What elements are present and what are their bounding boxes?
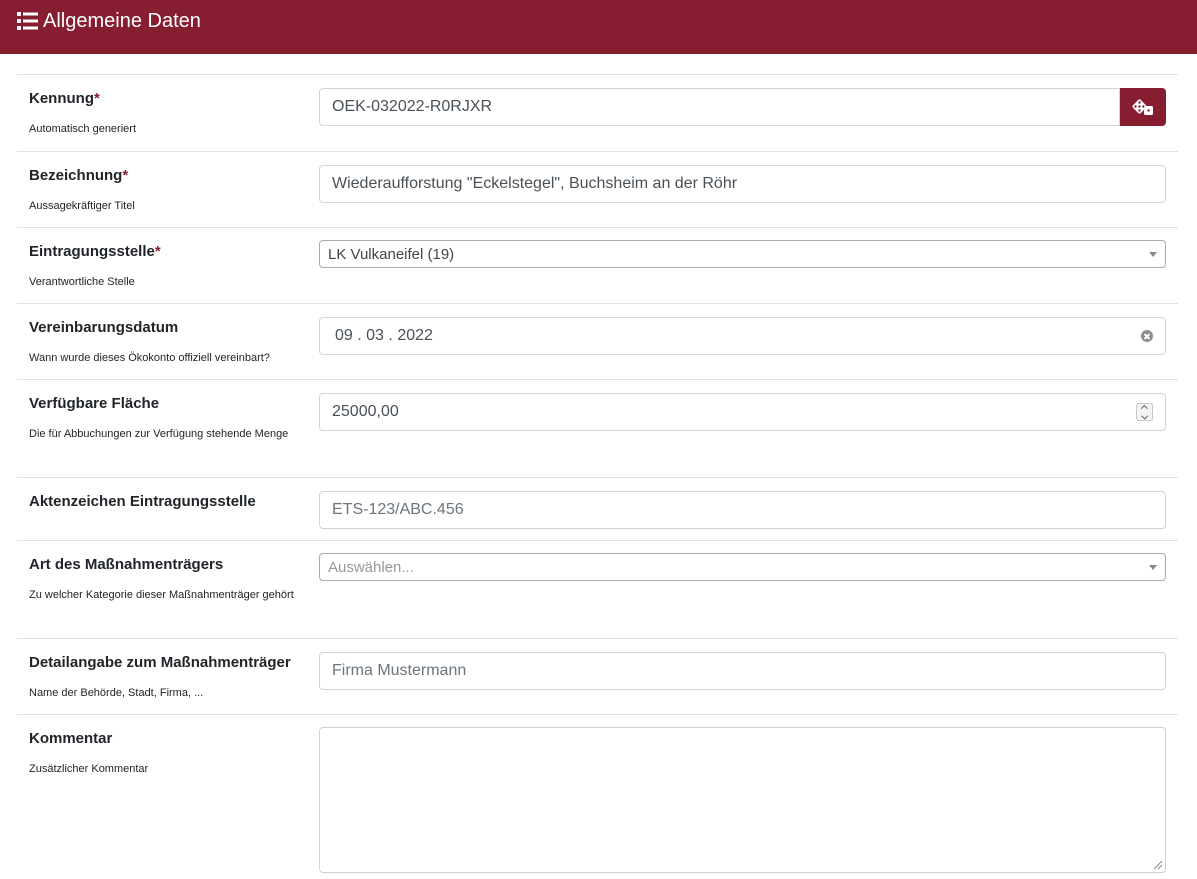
- dice-icon: [1132, 99, 1153, 115]
- clear-icon[interactable]: [1141, 330, 1153, 342]
- list-icon: [17, 12, 38, 30]
- date-separator: .: [388, 327, 393, 344]
- field-help: Die für Abbuchungen zur Verfügung stehen…: [29, 428, 289, 440]
- field-row-kommentar: Kommentar Zusätzlicher Kommentar: [17, 714, 1178, 879]
- date-separator: .: [357, 327, 362, 344]
- kennung-input[interactable]: OEK-032022-R0RJXR: [319, 88, 1120, 126]
- vereinbarungsdatum-input[interactable]: 09 . 03 . 2022: [319, 317, 1166, 355]
- spinner-icon[interactable]: [1136, 403, 1153, 421]
- generate-id-button[interactable]: [1120, 88, 1166, 126]
- art-select[interactable]: Auswählen...: [319, 553, 1166, 581]
- field-label: Kennung*: [29, 90, 100, 107]
- field-help: Zusätzlicher Kommentar: [29, 763, 149, 775]
- page-title: Allgemeine Daten: [43, 10, 201, 32]
- eintragungsstelle-select[interactable]: LK Vulkaneifel (19): [319, 240, 1166, 268]
- required-marker: *: [154, 243, 161, 260]
- detail-input[interactable]: Firma Mustermann: [319, 652, 1166, 690]
- field-row-art: Art des Maßnahmenträgers Zu welcher Kate…: [17, 540, 1178, 638]
- field-help: Automatisch generiert: [29, 123, 136, 135]
- resize-grip-icon[interactable]: [1153, 860, 1163, 870]
- aktenzeichen-input[interactable]: ETS-123/ABC.456: [319, 491, 1166, 529]
- kennung-input-group: OEK-032022-R0RJXR: [319, 88, 1166, 126]
- field-row-detail: Detailangabe zum Maßnahmenträger Name de…: [17, 638, 1178, 714]
- field-help: Verantwortliche Stelle: [29, 276, 135, 288]
- kommentar-textarea[interactable]: [319, 727, 1166, 873]
- date-day[interactable]: 09: [335, 327, 353, 344]
- page-header: Allgemeine Daten: [0, 0, 1197, 54]
- caret-down-icon: [1149, 564, 1157, 570]
- required-marker: *: [122, 167, 129, 184]
- field-help: Wann wurde dieses Ökokonto offiziell ver…: [29, 352, 270, 364]
- field-help: Name der Behörde, Stadt, Firma, ...: [29, 687, 204, 699]
- field-label: Vereinbarungsdatum: [29, 319, 179, 336]
- field-row-aktenzeichen: Aktenzeichen Eintragungsstelle ETS-123/A…: [17, 477, 1178, 540]
- field-row-eintragungsstelle: Eintragungsstelle* Verantwortliche Stell…: [17, 227, 1178, 303]
- field-row-flaeche: Verfügbare Fläche Die für Abbuchungen zu…: [17, 379, 1178, 477]
- caret-down-icon: [1149, 251, 1157, 257]
- field-label: Detailangabe zum Maßnahmenträger: [29, 654, 291, 671]
- field-label: Art des Maßnahmenträgers: [29, 556, 224, 573]
- required-marker: *: [94, 90, 100, 107]
- date-month[interactable]: 03: [366, 327, 384, 344]
- general-data-form: Kennung* Automatisch generiert OEK-03202…: [17, 74, 1178, 879]
- field-label: Bezeichnung*: [29, 167, 129, 184]
- flaeche-number-input[interactable]: 25000,00: [319, 393, 1166, 431]
- field-row-vereinbarungsdatum: Vereinbarungsdatum Wann wurde dieses Öko…: [17, 303, 1178, 379]
- field-row-bezeichnung: Bezeichnung* Aussagekräftiger Titel Wied…: [17, 151, 1178, 227]
- field-label: Kommentar: [29, 730, 113, 747]
- date-year[interactable]: 2022: [397, 327, 433, 344]
- field-label: Eintragungsstelle*: [29, 243, 161, 260]
- field-help: Zu welcher Kategorie dieser Maßnahmenträ…: [29, 589, 294, 601]
- field-label: Verfügbare Fläche: [29, 395, 160, 412]
- bezeichnung-input[interactable]: Wiederaufforstung "Eckelstegel", Buchshe…: [319, 165, 1166, 203]
- field-label: Aktenzeichen Eintragungsstelle: [29, 493, 256, 510]
- field-row-kennung: Kennung* Automatisch generiert OEK-03202…: [17, 74, 1178, 151]
- field-help: Aussagekräftiger Titel: [29, 200, 135, 212]
